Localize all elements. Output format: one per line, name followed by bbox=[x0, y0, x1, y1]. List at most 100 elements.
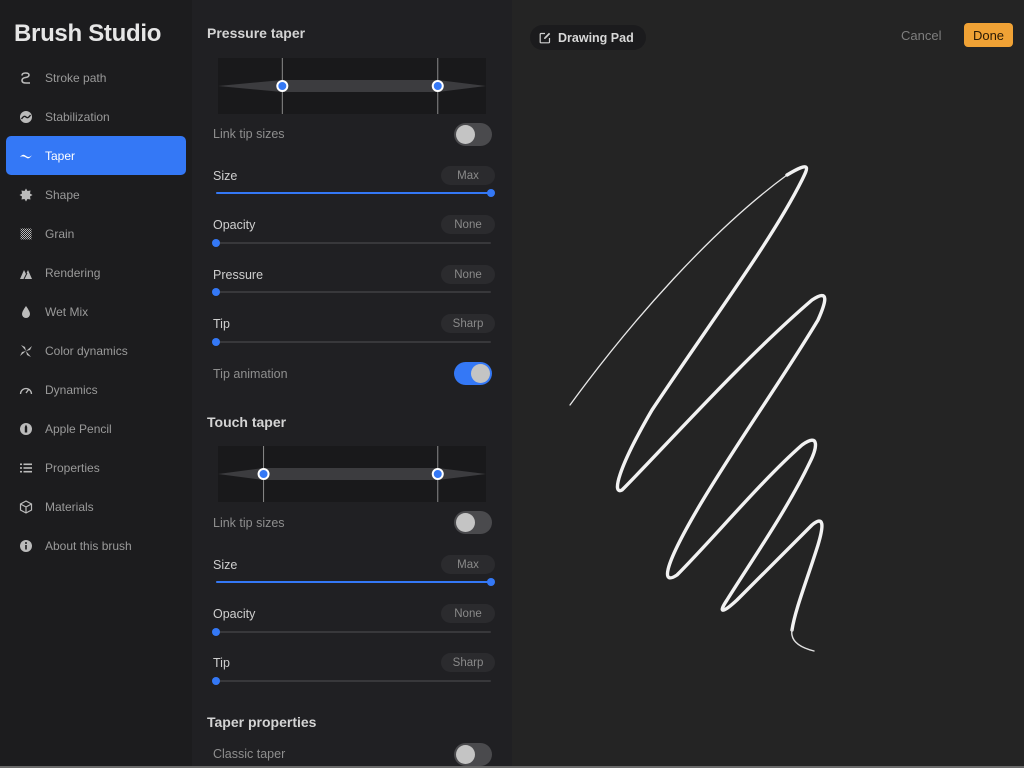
stroke-segment-tail bbox=[791, 629, 815, 652]
slider-fill bbox=[216, 192, 491, 194]
sidebar-item-shape[interactable]: Shape bbox=[6, 175, 186, 214]
toggle-thumb bbox=[456, 513, 475, 532]
classic-taper-toggle[interactable] bbox=[454, 743, 492, 766]
sidebar-item-rendering[interactable]: Rendering bbox=[6, 253, 186, 292]
pressure-opacity-slider[interactable] bbox=[212, 239, 491, 247]
sidebar-item-label: Color dynamics bbox=[45, 343, 128, 358]
stroke-segment-main bbox=[615, 165, 827, 632]
slider-knob[interactable] bbox=[212, 288, 220, 296]
slider-track bbox=[216, 242, 491, 244]
grain-icon bbox=[6, 227, 45, 241]
sidebar-item-stabilization[interactable]: Stabilization bbox=[6, 97, 186, 136]
touch-link-tip-sizes-toggle[interactable] bbox=[454, 511, 492, 534]
touch-link-tip-sizes-label: Link tip sizes bbox=[213, 516, 285, 530]
pressure-pressure-value: None bbox=[441, 265, 495, 284]
app-title: Brush Studio bbox=[14, 20, 162, 47]
tip-animation-toggle[interactable] bbox=[454, 362, 492, 385]
sidebar-item-properties[interactable]: Properties bbox=[6, 448, 186, 487]
sidebar-item-taper[interactable]: Taper bbox=[6, 136, 186, 175]
touch-tip-value: Sharp bbox=[441, 653, 495, 672]
pressure-link-tip-sizes-label: Link tip sizes bbox=[213, 127, 285, 141]
pressure-opacity-label: Opacity bbox=[213, 218, 256, 232]
slider-fill bbox=[216, 581, 491, 583]
pressure-size-slider[interactable] bbox=[216, 189, 495, 197]
pressure-taper-title: Pressure taper bbox=[207, 25, 306, 41]
materials-icon bbox=[6, 499, 45, 514]
touch-opacity-value: None bbox=[441, 604, 495, 623]
touch-size-slider[interactable] bbox=[216, 578, 495, 586]
sidebar-item-dynamics[interactable]: Dynamics bbox=[6, 370, 186, 409]
classic-taper-label: Classic taper bbox=[213, 747, 286, 761]
slider-knob[interactable] bbox=[487, 578, 495, 586]
slider-knob[interactable] bbox=[487, 189, 495, 197]
slider-knob[interactable] bbox=[212, 677, 220, 685]
pressure-taper-graph[interactable] bbox=[218, 58, 486, 114]
sidebar-item-wet-mix[interactable]: Wet Mix bbox=[6, 292, 186, 331]
wet-mix-icon bbox=[6, 305, 45, 319]
color-dynamics-icon bbox=[6, 344, 45, 358]
sidebar-item-stroke-path[interactable]: Stroke path bbox=[6, 58, 186, 97]
toggle-thumb bbox=[471, 364, 490, 383]
pressure-tip-value: Sharp bbox=[441, 314, 495, 333]
touch-taper-graph[interactable] bbox=[218, 446, 486, 502]
sidebar-item-label: Materials bbox=[45, 499, 94, 514]
sidebar-item-label: Rendering bbox=[45, 265, 101, 280]
touch-opacity-label: Opacity bbox=[213, 607, 256, 621]
touch-tip-label: Tip bbox=[213, 656, 230, 670]
brush-stroke-preview bbox=[569, 165, 827, 652]
slider-track bbox=[216, 341, 491, 343]
tip-animation-label: Tip animation bbox=[213, 367, 288, 381]
sidebar-item-grain[interactable]: Grain bbox=[6, 214, 186, 253]
drawing-pad[interactable]: Drawing Pad Cancel Done bbox=[512, 0, 1024, 768]
sidebar-item-label: Grain bbox=[45, 226, 75, 241]
taper-end-handle[interactable] bbox=[431, 80, 444, 92]
sidebar-item-label: Properties bbox=[45, 460, 100, 475]
taper-properties-title: Taper properties bbox=[207, 714, 317, 730]
slider-track bbox=[216, 680, 491, 682]
sidebar-item-label: Apple Pencil bbox=[45, 421, 112, 436]
dynamics-icon bbox=[6, 383, 45, 397]
touch-tip-slider[interactable] bbox=[212, 677, 491, 685]
touch-size-value: Max bbox=[441, 555, 495, 574]
touch-opacity-slider[interactable] bbox=[212, 628, 491, 636]
pressure-tip-label: Tip bbox=[213, 317, 230, 331]
pressure-pressure-slider[interactable] bbox=[212, 288, 491, 296]
taper-end-handle[interactable] bbox=[431, 468, 444, 480]
taper-settings-panel: Pressure taper Link tip sizes Size Max O… bbox=[192, 0, 512, 768]
sidebar-item-label: Wet Mix bbox=[45, 304, 89, 319]
sidebar-item-apple-pencil[interactable]: Apple Pencil bbox=[6, 409, 186, 448]
pressure-pressure-label: Pressure bbox=[213, 268, 264, 282]
slider-knob[interactable] bbox=[212, 338, 220, 346]
properties-icon bbox=[6, 461, 45, 475]
apple-pencil-icon bbox=[6, 422, 45, 436]
sidebar-item-materials[interactable]: Materials bbox=[6, 487, 186, 526]
touch-size-label: Size bbox=[213, 558, 238, 572]
taper-shape bbox=[218, 58, 486, 114]
slider-track bbox=[216, 291, 491, 293]
sidebar-item-about-this-brush[interactable]: About this brush bbox=[6, 526, 186, 565]
sidebar-item-label: Dynamics bbox=[45, 382, 98, 397]
slider-track bbox=[216, 631, 491, 633]
slider-knob[interactable] bbox=[212, 239, 220, 247]
taper-body bbox=[218, 80, 486, 92]
sidebar-nav: Stroke path Stabilization Taper Shape Gr… bbox=[6, 58, 186, 565]
rendering-icon bbox=[6, 266, 45, 280]
sidebar-item-label: Stabilization bbox=[45, 109, 110, 124]
slider-knob[interactable] bbox=[212, 628, 220, 636]
sidebar-item-label: Stroke path bbox=[45, 70, 107, 85]
stroke-path-icon bbox=[6, 71, 45, 85]
taper-start-handle[interactable] bbox=[257, 468, 270, 480]
sidebar-item-label: About this brush bbox=[45, 538, 132, 553]
taper-start-handle[interactable] bbox=[276, 80, 289, 92]
pressure-tip-slider[interactable] bbox=[212, 338, 491, 346]
info-icon bbox=[6, 539, 45, 553]
taper-shape bbox=[218, 446, 486, 502]
pressure-link-tip-sizes-toggle[interactable] bbox=[454, 123, 492, 146]
sidebar-item-color-dynamics[interactable]: Color dynamics bbox=[6, 331, 186, 370]
touch-taper-title: Touch taper bbox=[207, 414, 287, 430]
sidebar-item-label: Shape bbox=[45, 187, 80, 202]
pressure-size-label: Size bbox=[213, 169, 238, 183]
sidebar: Brush Studio Stroke path Stabilization T… bbox=[0, 0, 192, 768]
toggle-thumb bbox=[456, 125, 475, 144]
shape-icon bbox=[6, 188, 45, 202]
